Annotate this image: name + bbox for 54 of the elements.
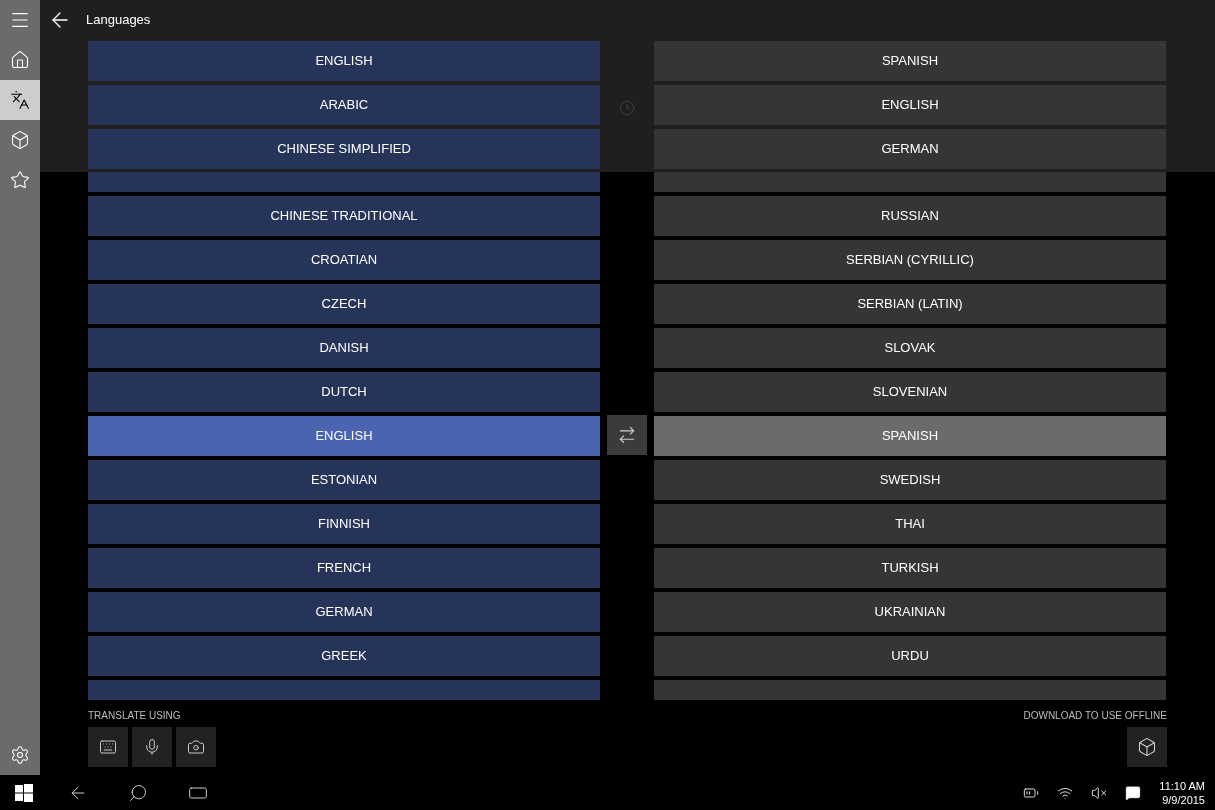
language-item[interactable]: SPANISH (654, 41, 1166, 81)
cube-icon (10, 130, 30, 150)
language-item[interactable]: SERBIAN (CYRILLIC) (654, 240, 1166, 280)
download-button[interactable] (1127, 727, 1167, 767)
language-item[interactable]: SLOVENIAN (654, 372, 1166, 412)
language-item[interactable]: SERBIAN (LATIN) (654, 284, 1166, 324)
translate-using-label: TRANSLATE USING (88, 709, 182, 723)
language-item[interactable]: URDU (654, 636, 1166, 676)
clock-time: 11:10 AM (1159, 778, 1205, 793)
notifications-icon[interactable] (1125, 784, 1142, 801)
windows-logo-icon (15, 783, 33, 802)
camera-button[interactable] (176, 727, 216, 767)
translate-icon (10, 90, 30, 110)
language-item[interactable]: CZECH (88, 284, 600, 324)
search-icon (128, 782, 148, 803)
camera-icon (187, 738, 205, 756)
language-item[interactable]: ENGLISH (654, 85, 1166, 125)
microphone-button[interactable] (132, 727, 172, 767)
sidebar-item[interactable] (0, 80, 40, 120)
swap-icon (617, 425, 637, 445)
language-item[interactable]: GERMAN (88, 592, 600, 632)
language-item[interactable]: ESTONIAN (88, 460, 600, 500)
keyboard-icon (99, 738, 117, 756)
language-item[interactable]: GERMAN (654, 129, 1166, 169)
settings-icon (10, 745, 30, 765)
language-item[interactable]: GREEK (88, 636, 600, 676)
page-title: Languages (86, 11, 151, 30)
language-item[interactable]: THAI (654, 504, 1166, 544)
cube-icon (1137, 737, 1157, 757)
mute-icon[interactable] (1091, 784, 1108, 801)
download-offline-label: DOWNLOAD TO USE OFFLINE (1023, 709, 1167, 723)
language-item[interactable]: DANISH (88, 328, 600, 368)
language-item[interactable]: TURKISH (654, 548, 1166, 588)
language-item[interactable]: ENGLISH (88, 416, 600, 456)
language-item[interactable]: ENGLISH (88, 41, 600, 81)
language-item[interactable]: ARABIC (88, 85, 600, 125)
microphone-icon (143, 738, 161, 756)
home-icon (10, 50, 30, 70)
language-item[interactable]: UKRAINIAN (654, 592, 1166, 632)
language-item[interactable]: CHINESE TRADITIONAL (88, 196, 600, 236)
star-icon (10, 170, 30, 190)
clock-date: 9/9/2015 (1162, 792, 1205, 807)
language-item[interactable]: FRENCH (88, 548, 600, 588)
language-item[interactable]: RUSSIAN (654, 196, 1166, 236)
language-item[interactable]: FINNISH (88, 504, 600, 544)
history-icon (619, 100, 635, 116)
language-item[interactable]: SWEDISH (654, 460, 1166, 500)
language-item[interactable]: CROATIAN (88, 240, 600, 280)
language-item[interactable]: SLOVAK (654, 328, 1166, 368)
keyboard-button[interactable] (88, 727, 128, 767)
language-item[interactable]: DUTCH (88, 372, 600, 412)
swap-button[interactable] (607, 415, 647, 455)
language-item[interactable]: SPANISH (654, 416, 1166, 456)
language-item[interactable]: CHINESE SIMPLIFIED (88, 129, 600, 169)
